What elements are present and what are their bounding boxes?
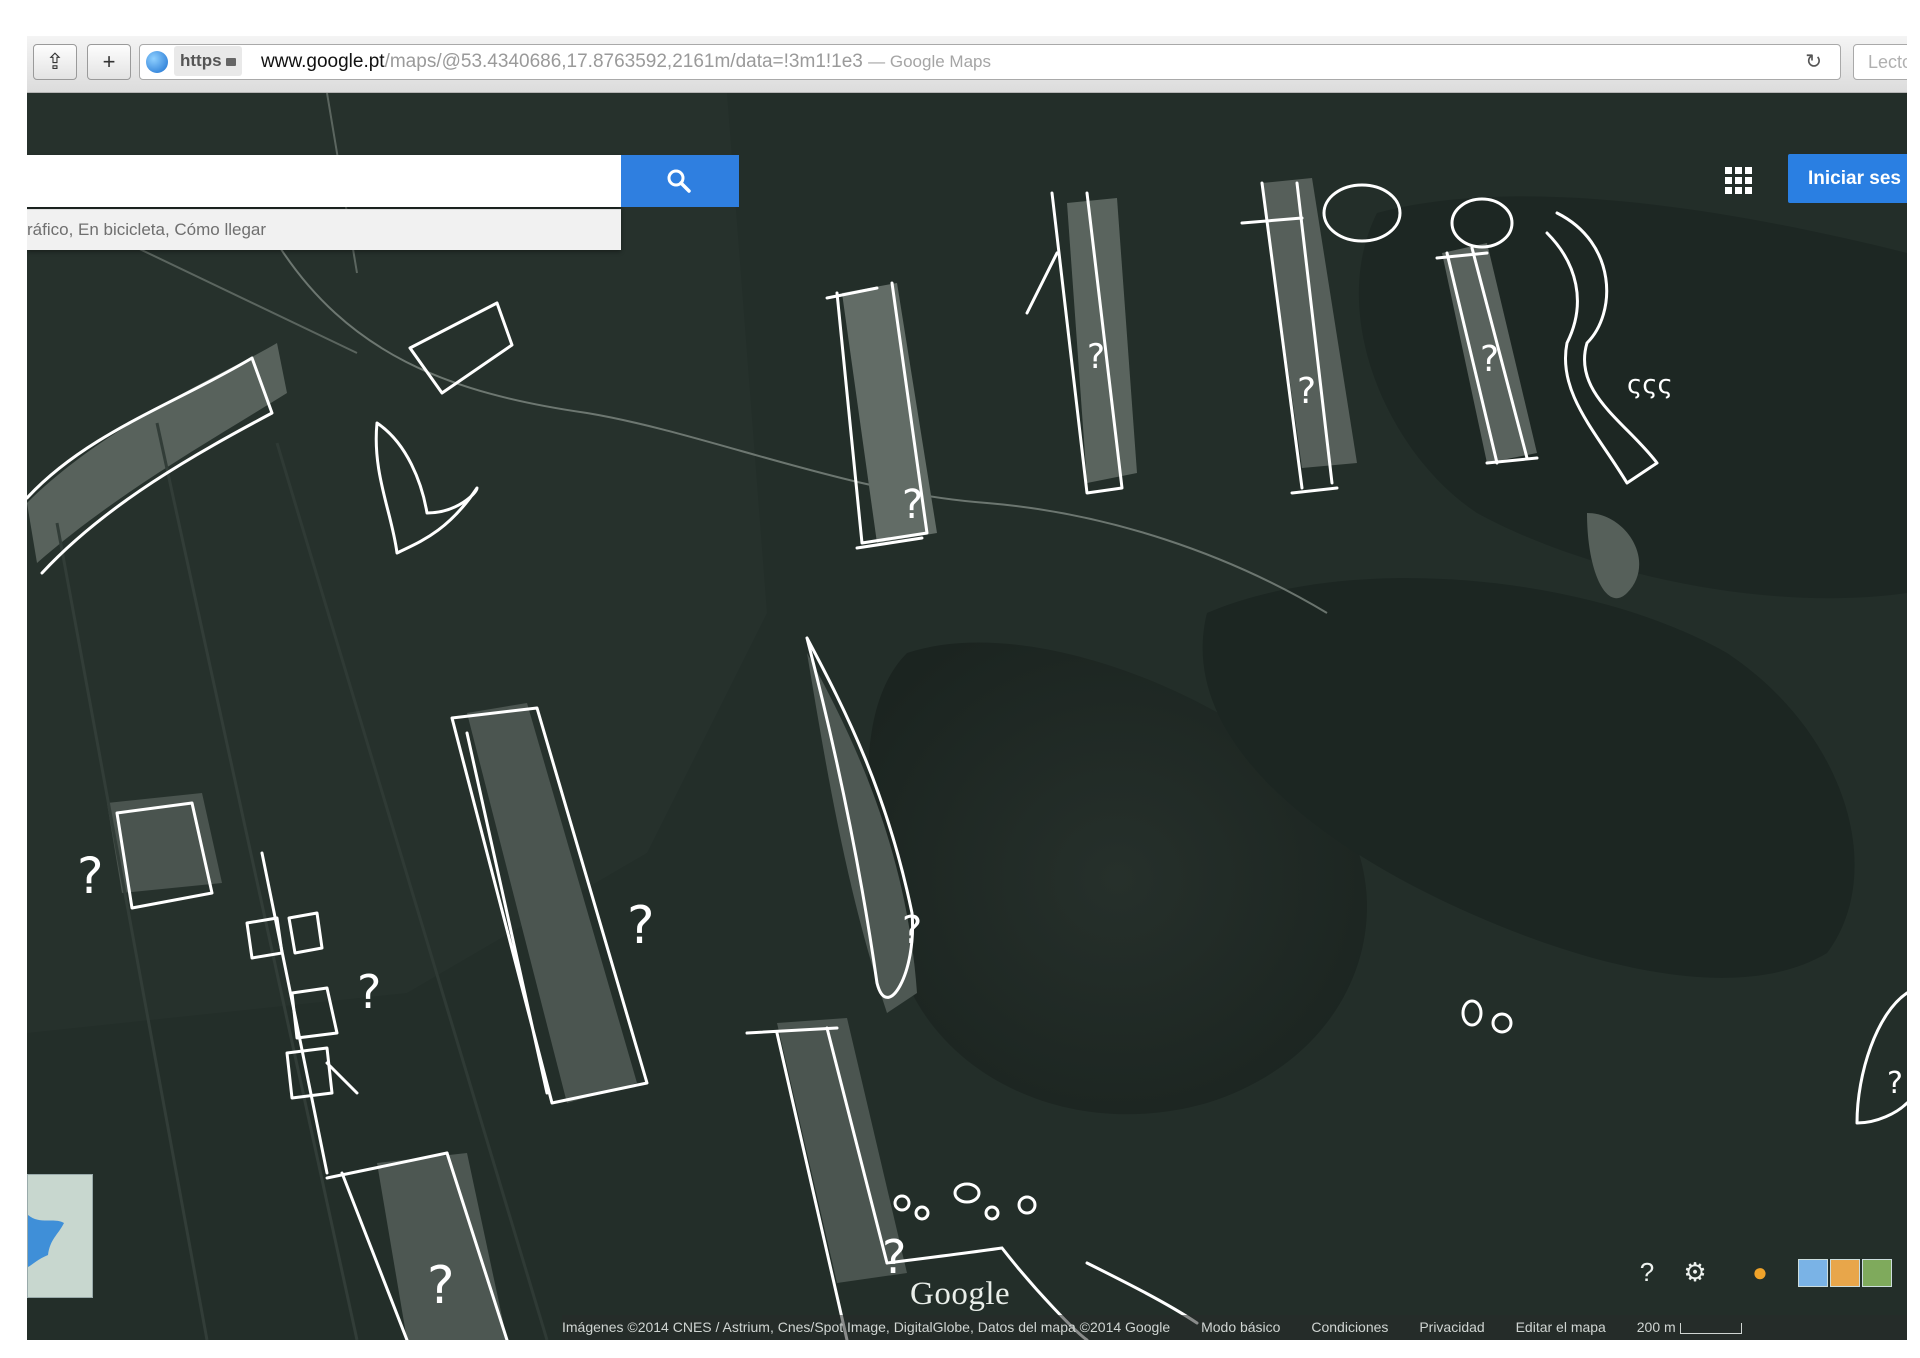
annotation-marks: ςςς (1627, 370, 1673, 400)
terms-link[interactable]: Condiciones (1311, 1319, 1388, 1335)
url-text: www.google.pt/maps/@53.4340686,17.876359… (261, 45, 991, 79)
scanned-page: ⇪ + https www.google.pt/maps/@53.4340686… (27, 36, 1907, 1340)
new-tab-button[interactable]: + (87, 44, 131, 80)
page-title: — Google Maps (868, 52, 991, 71)
map-thumbnail-icon (28, 1215, 64, 1267)
share-icon: ⇪ (45, 49, 65, 74)
map-footer: Imágenes ©2014 CNES / Astrium, Cnes/Spot… (562, 1315, 1907, 1340)
https-badge: https (174, 46, 242, 76)
scale-label: 200 m (1636, 1319, 1676, 1335)
apps-grid-icon[interactable] (1725, 167, 1753, 195)
globe-icon (146, 51, 168, 73)
layer-thumb-terrain[interactable] (1830, 1259, 1860, 1287)
reader-field[interactable]: Lecto (1853, 44, 1907, 80)
plus-icon: + (102, 49, 116, 74)
signin-button[interactable]: Iniciar ses (1788, 154, 1907, 203)
layer-thumb-map[interactable] (1798, 1259, 1828, 1287)
earth-view-thumbnail[interactable] (27, 1174, 93, 1298)
scale-bar (1679, 1322, 1742, 1334)
address-bar[interactable]: https www.google.pt/maps/@53.4340686,17.… (139, 44, 1841, 80)
url-path: /maps/@53.4340686,17.8763592,2161m/data=… (384, 51, 863, 72)
annotation-question-mark: ? (1887, 1066, 1903, 1101)
satellite-map[interactable]: ? ? ? ? ? ? ? ? ? ? ? ςςς ráfico, En bic… (27, 93, 1907, 1340)
annotation-question-mark: ? (1480, 339, 1499, 380)
gear-icon[interactable]: ⚙ (1680, 1257, 1710, 1287)
help-icon[interactable]: ? (1632, 1257, 1662, 1287)
search-input[interactable] (27, 155, 621, 207)
annotation-question-mark: ? (427, 1256, 455, 1316)
lock-icon (225, 58, 236, 66)
share-button[interactable]: ⇪ (33, 44, 77, 80)
layer-thumb-earth[interactable] (1862, 1259, 1892, 1287)
annotation-question-mark: ? (902, 908, 922, 952)
search-suggestions[interactable]: ráfico, En bicicleta, Cómo llegar (27, 209, 621, 250)
search-button[interactable] (621, 155, 739, 207)
basic-mode-link[interactable]: Modo básico (1201, 1319, 1280, 1335)
annotation-question-mark: ? (902, 482, 923, 528)
reload-icon[interactable]: ↻ (1805, 45, 1822, 79)
edit-map-link[interactable]: Editar el mapa (1516, 1319, 1606, 1335)
url-domain: www.google.pt (261, 51, 385, 72)
attribution-text: Imágenes ©2014 CNES / Astrium, Cnes/Spot… (562, 1319, 1171, 1335)
annotation-question-mark: ? (882, 1230, 906, 1284)
search-icon (667, 169, 691, 193)
annotation-question-mark: ? (77, 847, 104, 905)
annotation-question-mark: ? (357, 965, 381, 1019)
annotation-question-mark: ? (1087, 337, 1105, 377)
pegman-icon[interactable]: ● (1745, 1257, 1775, 1287)
map-imagery: ? ? ? ? ? ? ? ? ? ? ? ςςς (27, 93, 1907, 1340)
browser-toolbar: ⇪ + https www.google.pt/maps/@53.4340686… (27, 36, 1907, 93)
annotation-question-mark: ? (627, 896, 655, 956)
annotation-question-mark: ? (1297, 371, 1316, 412)
google-watermark: Google (910, 1276, 1011, 1312)
privacy-link[interactable]: Privacidad (1419, 1319, 1484, 1335)
